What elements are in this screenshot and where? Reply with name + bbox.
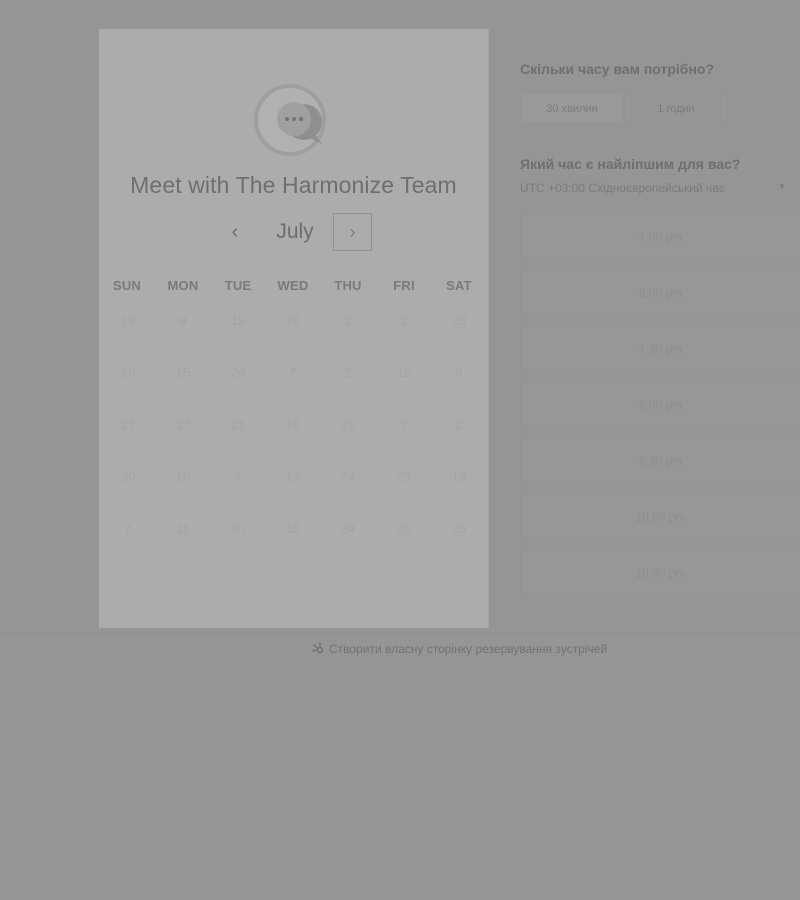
weekday-fri: FRI	[393, 278, 415, 293]
month-label: July	[276, 220, 314, 243]
weekday-sat: SAT	[446, 278, 472, 293]
weekday-sun: SUN	[112, 278, 142, 293]
chevron-right-icon: ›	[349, 221, 356, 242]
time-slot[interactable]: 9:00 pm	[520, 382, 800, 426]
page-title: Meet with The Harmonize Team	[130, 172, 457, 198]
calendar-day: 28	[396, 469, 412, 484]
calendar-day: 17	[285, 469, 301, 484]
weekday-thu: THU	[334, 278, 362, 293]
sprocket-icon	[312, 642, 324, 654]
calendar-day: 16	[285, 417, 301, 432]
calendar-day: 24	[340, 469, 356, 484]
booking-page: Meet with The Harmonize Team ‹ July › SU…	[0, 0, 800, 900]
calendar-day: 30	[120, 469, 136, 484]
footer-link-label: Створити власну сторінку резервування зу…	[329, 642, 608, 656]
calendar-day: 9	[455, 365, 463, 380]
weekday-mon: MON	[167, 278, 199, 293]
calendar-day: 24	[340, 521, 356, 536]
calendar-day: 13	[120, 313, 136, 328]
time-slot[interactable]: 9:30 pm	[520, 438, 800, 482]
calendar-day: 9	[179, 313, 187, 328]
month-navigation: ‹ July ›	[220, 213, 374, 251]
calendar-day: 27	[175, 417, 191, 432]
footer-divider	[0, 632, 800, 633]
weekday-wed: WED	[277, 278, 309, 293]
calendar-day: 25	[396, 521, 412, 536]
chevron-left-icon: ‹	[231, 220, 239, 243]
calendar-day: 2	[455, 417, 463, 432]
calendar-day: 21	[230, 417, 246, 432]
time-slot[interactable]: 7:30 pm	[520, 326, 800, 370]
calendar-day: 12	[396, 365, 412, 380]
duration-option-1-hour[interactable]: 1 годин	[624, 92, 728, 124]
next-month-button[interactable]: ›	[333, 213, 372, 251]
calendar-day: 16	[175, 469, 191, 484]
calendar-day: 26	[451, 521, 467, 536]
duration-option-30-min[interactable]: 30 хвилин	[520, 92, 624, 124]
calendar-day: 20	[230, 521, 246, 536]
calendar-day: 26	[285, 313, 301, 328]
calendar-day: 7	[234, 469, 242, 484]
duration-title: Скільки часу вам потрібно?	[520, 61, 715, 77]
calendar-day: 7	[289, 365, 297, 380]
create-booking-page-link[interactable]: Створити власну сторінку резервування зу…	[312, 642, 607, 656]
calendar-day: 15	[285, 521, 301, 536]
calendar-day: 26	[230, 365, 246, 380]
time-title: Який час є найліпшим для вас?	[520, 156, 741, 172]
previous-month-button[interactable]: ‹	[220, 213, 250, 251]
calendar-day: 19	[230, 313, 246, 328]
calendar-day: 16	[120, 365, 136, 380]
calendar-day: 2	[344, 313, 352, 328]
calendar-day: 11	[176, 521, 190, 536]
caret-down-icon[interactable]: ▼	[778, 182, 786, 191]
calendar-day: 7	[124, 521, 132, 536]
calendar-day: 2	[400, 313, 408, 328]
calendar-day: 27	[120, 417, 136, 432]
calendar-day: 21	[340, 417, 356, 432]
time-slot[interactable]: 8:00 pm	[520, 270, 800, 314]
time-slot[interactable]: 10:00 pm	[520, 494, 800, 538]
timezone-select[interactable]: UTC +03:00 Східноєвропейський час	[520, 181, 790, 195]
calendar-day: 19	[451, 469, 467, 484]
calendar-day: 15	[175, 365, 191, 380]
calendar-day: 7	[400, 417, 408, 432]
calendar-day: 2	[344, 365, 352, 380]
weekday-tue: TUE	[224, 278, 252, 293]
time-slot[interactable]: 7:00 pm	[520, 214, 800, 258]
time-slot[interactable]: 10:30 pm	[520, 550, 800, 594]
calendar-day: 28	[451, 313, 467, 328]
chat-bubble-icon	[277, 102, 322, 144]
avatar	[252, 82, 332, 162]
